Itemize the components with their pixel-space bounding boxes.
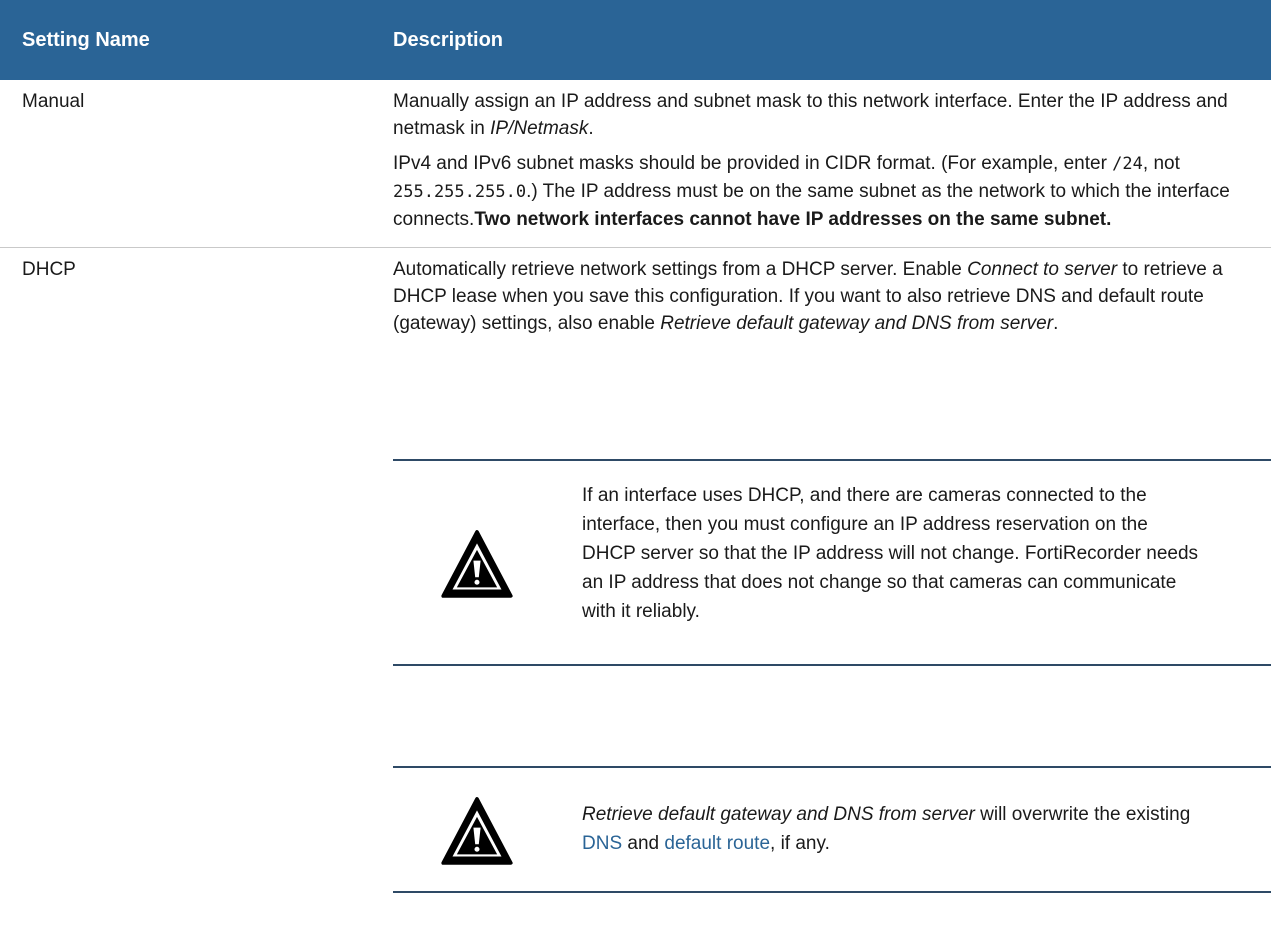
description-dhcp: Automatically retrieve network settings …	[393, 248, 1271, 338]
warning-note: If an interface uses DHCP, and there are…	[393, 459, 1271, 666]
setting-name-manual: Manual	[0, 80, 393, 248]
text: , if any.	[770, 833, 830, 854]
text: and	[622, 833, 665, 854]
header-setting-name: Setting Name	[0, 0, 393, 80]
dns-link[interactable]: DNS	[582, 833, 622, 854]
field-reference: Connect to server	[967, 259, 1118, 280]
manual-paragraph-1: Manually assign an IP address and subnet…	[393, 88, 1251, 142]
table-row: DHCP Automatically retrieve network sett…	[0, 248, 1271, 338]
code-netmask-example: 255.255.255.0	[393, 182, 527, 202]
code-cidr-example: /24	[1112, 154, 1143, 174]
manual-paragraph-2: IPv4 and IPv6 subnet masks should be pro…	[393, 150, 1251, 233]
document-page: Setting Name Description Manual Manually…	[0, 0, 1271, 947]
setting-name-dhcp: DHCP	[22, 259, 76, 280]
note-text: Retrieve default gateway and DNS from se…	[582, 800, 1202, 858]
table-header-row: Setting Name Description	[0, 0, 1271, 80]
text: .	[588, 118, 594, 139]
subnet-warning-bold: Two network interfaces cannot have IP ad…	[474, 209, 1112, 230]
warning-icon	[441, 530, 513, 598]
note-text: If an interface uses DHCP, and there are…	[582, 485, 1199, 622]
warning-note: Retrieve default gateway and DNS from se…	[393, 766, 1271, 893]
description-manual: Manually assign an IP address and subnet…	[393, 80, 1271, 248]
table-row: Manual Manually assign an IP address and…	[0, 80, 1271, 248]
header-description: Description	[393, 0, 1271, 80]
text: IPv4 and IPv6 subnet masks should be pro…	[393, 153, 1113, 174]
text: Automatically retrieve network settings …	[393, 259, 968, 280]
settings-table: Setting Name Description Manual Manually…	[0, 0, 1271, 337]
text: .	[1053, 313, 1059, 334]
field-reference: Retrieve default gateway and DNS from se…	[660, 313, 1054, 334]
field-reference: Retrieve default gateway and DNS from se…	[582, 804, 975, 825]
text: , not	[1142, 153, 1180, 174]
text: will overwrite the existing	[974, 804, 1191, 825]
default-route-link[interactable]: default route	[664, 833, 770, 854]
warning-icon	[441, 797, 513, 865]
dhcp-paragraph: Automatically retrieve network settings …	[393, 256, 1251, 337]
field-reference: IP/Netmask	[490, 118, 589, 139]
